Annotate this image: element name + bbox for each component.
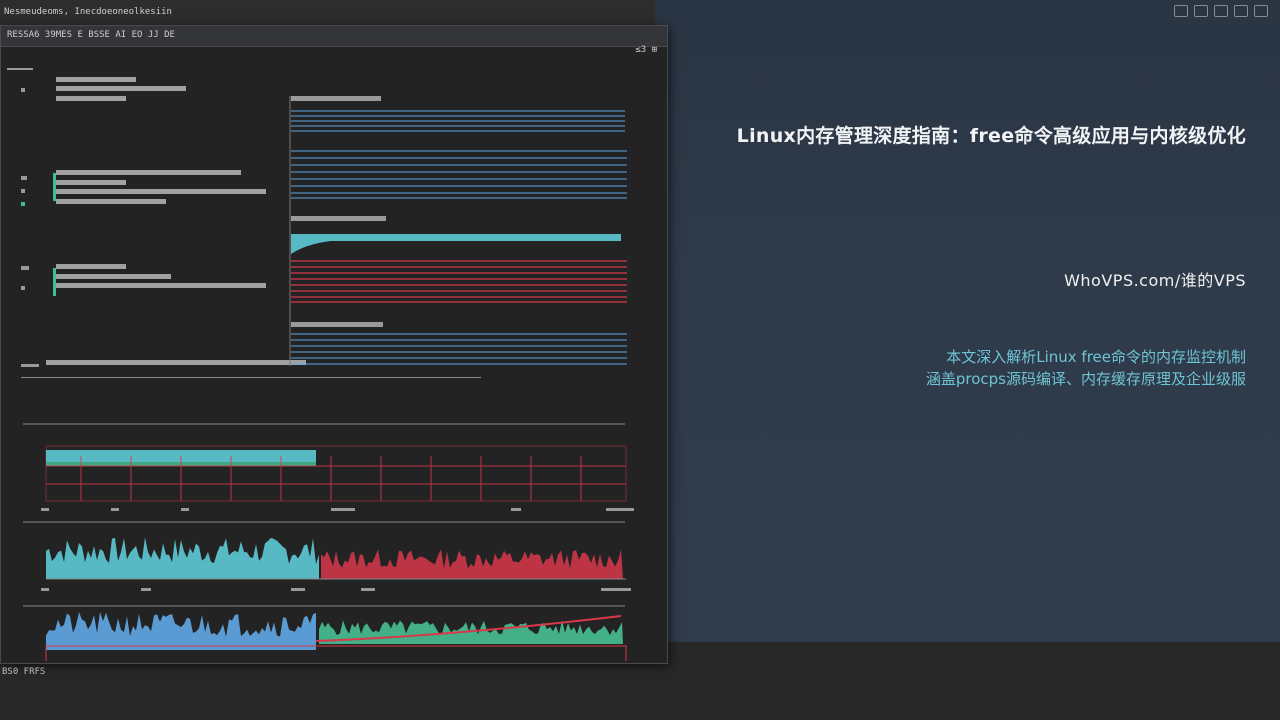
monitor-graphics (7, 68, 634, 661)
monitor-window: RESSA6 39MES E BSSE AI EO JJ DE ≤3 ⊞ (0, 25, 668, 664)
line-panels (289, 96, 627, 366)
titlebar-text: Nesmeudeoms, Inecdoeoneolkesiin (4, 7, 172, 17)
terminal-text-area (7, 68, 481, 378)
article-title: Linux内存管理深度指南：free命令高级应用与内核级优化 (736, 125, 1246, 147)
window-header: RESSA6 39MES E BSSE AI EO JJ DE ≤3 ⊞ (1, 26, 667, 55)
chart-bottom (23, 605, 627, 661)
article-panel: Linux内存管理深度指南：free命令高级应用与内核级优化 WhoVPS.co… (655, 0, 1280, 642)
window-icon[interactable] (1254, 5, 1268, 17)
article-description: 本文深入解析Linux free命令的内存监控机制 涵盖procps源码编译、内… (926, 346, 1246, 390)
window-icon[interactable] (1214, 5, 1228, 17)
window-icon[interactable] (1174, 5, 1188, 17)
status-text: BS0 FRFS (2, 667, 46, 677)
chart-top (23, 423, 627, 502)
description-line: 本文深入解析Linux free命令的内存监控机制 (946, 348, 1246, 366)
description-line: 涵盖procps源码编译、内存缓存原理及企业级服 (925, 370, 1246, 388)
header-label: RESSA6 39MES E BSSE AI EO JJ DE (7, 30, 175, 40)
window-icon[interactable] (1234, 5, 1248, 17)
window-icon[interactable] (1194, 5, 1208, 17)
chart-middle (23, 521, 626, 580)
site-name[interactable]: WhoVPS.com/谁的VPS (1064, 267, 1246, 291)
system-tray (1174, 5, 1268, 17)
window-titlebar: Nesmeudeoms, Inecdoeoneolkesiin (0, 0, 655, 25)
